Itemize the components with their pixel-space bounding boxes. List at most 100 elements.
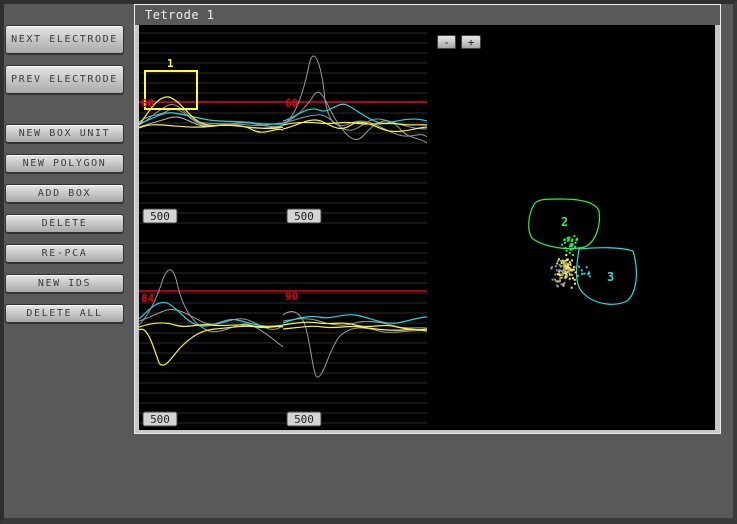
- pca-point: [566, 275, 569, 278]
- pca-point: [572, 268, 575, 271]
- pca-point: [562, 264, 565, 267]
- pca-point: [550, 266, 553, 269]
- pca-point: [560, 262, 563, 265]
- pca-point: [568, 236, 571, 239]
- pca-point: [581, 272, 584, 275]
- pca-point: [569, 248, 572, 251]
- re-pca-button[interactable]: RE-PCA: [5, 244, 124, 263]
- pca-point: [560, 260, 562, 262]
- tetrode-panel: Tetrode 1 1 60 500 60 500 84 500 90 500 …: [134, 4, 721, 434]
- threshold-label-1: 60: [141, 97, 154, 110]
- pca-point: [585, 266, 588, 269]
- pca-point: [568, 277, 571, 280]
- pca-point: [562, 270, 565, 273]
- scale-label-3: 500: [150, 413, 170, 426]
- next-electrode-button[interactable]: NEXT ELECTRODE: [5, 25, 124, 54]
- pca-point: [565, 254, 568, 256]
- add-box-button[interactable]: ADD BOX: [5, 184, 124, 203]
- pca-point: [565, 262, 568, 265]
- waveform-trace: [139, 269, 284, 348]
- pca-point: [559, 277, 562, 280]
- pca-point: [569, 245, 571, 248]
- pca-scatter-area[interactable]: - + 2 3 - +: [427, 25, 715, 430]
- pca-point: [574, 271, 577, 274]
- pca-point: [572, 254, 574, 256]
- pca-point: [555, 269, 558, 272]
- delete-button[interactable]: DELETE: [5, 214, 124, 233]
- pca-point: [583, 272, 586, 275]
- channel-1[interactable]: 1 60 500: [139, 57, 284, 224]
- pca-point: [556, 285, 559, 288]
- pca-point: [563, 263, 565, 266]
- pca-point: [561, 272, 564, 275]
- pca-point: [564, 259, 567, 262]
- cluster-label-2: 2: [561, 215, 568, 229]
- pca-point: [558, 264, 561, 267]
- pca-point: [568, 261, 571, 264]
- pca-point: [573, 266, 576, 268]
- waveform-gridlines: [139, 32, 427, 424]
- pca-point: [573, 235, 576, 238]
- new-polygon-button[interactable]: NEW POLYGON: [5, 154, 124, 173]
- pca-point: [565, 249, 568, 252]
- pca-point: [574, 241, 577, 244]
- zoom-in-button-overlay[interactable]: +: [461, 35, 481, 49]
- new-box-unit-button[interactable]: NEW BOX UNIT: [5, 124, 124, 143]
- pca-points: [550, 235, 591, 289]
- panel-title: Tetrode 1: [135, 5, 720, 25]
- pca-point: [566, 239, 569, 242]
- pca-point: [565, 272, 568, 275]
- pca-point: [564, 246, 567, 249]
- pca-point: [556, 262, 559, 265]
- scale-label-4: 500: [294, 413, 314, 426]
- pca-point: [578, 265, 580, 268]
- control-sidebar: NEXT ELECTRODE PREV ELECTRODE NEW BOX UN…: [4, 0, 128, 524]
- channel-4[interactable]: 90 500: [282, 290, 427, 427]
- waveform-trace: [282, 92, 427, 144]
- cluster-label-3: 3: [607, 270, 614, 284]
- pca-point: [574, 245, 577, 248]
- pca-point: [556, 273, 559, 276]
- pca-point: [566, 265, 569, 268]
- pca-point: [572, 247, 575, 250]
- pca-point: [568, 270, 571, 273]
- pca-point: [567, 263, 569, 266]
- zoom-out-button-overlay[interactable]: -: [437, 35, 456, 49]
- pca-point: [563, 266, 565, 269]
- box-unit-label: 1: [167, 57, 174, 70]
- pca-canvas[interactable]: 2 3: [427, 25, 715, 430]
- pca-point: [568, 251, 571, 254]
- pca-point: [564, 241, 566, 244]
- pca-point: [570, 286, 573, 289]
- pca-point: [574, 282, 576, 285]
- pca-point: [561, 243, 564, 246]
- channel-2[interactable]: 60 500: [282, 55, 427, 224]
- prev-electrode-button[interactable]: PREV ELECTRODE: [5, 65, 124, 94]
- new-ids-button[interactable]: NEW IDS: [5, 274, 124, 293]
- pca-point: [560, 269, 563, 272]
- pca-point: [580, 269, 583, 272]
- delete-all-button[interactable]: DELETE ALL: [5, 304, 124, 323]
- pca-point: [559, 279, 561, 282]
- pca-point: [559, 274, 561, 277]
- pca-point: [561, 259, 564, 262]
- pca-point: [554, 265, 557, 268]
- pca-point: [569, 263, 572, 266]
- pca-point: [557, 259, 560, 262]
- threshold-label-2: 60: [285, 97, 298, 110]
- scale-label-1: 500: [150, 210, 170, 223]
- waveform-area[interactable]: 1 60 500 60 500 84 500 90 500: [139, 25, 427, 430]
- pca-point: [588, 271, 591, 274]
- pca-point: [571, 259, 574, 262]
- pca-point: [551, 278, 554, 281]
- pca-point: [563, 238, 566, 241]
- pca-point: [576, 274, 579, 277]
- pca-point: [554, 273, 557, 276]
- pca-point: [554, 278, 557, 281]
- pca-point: [573, 278, 576, 281]
- threshold-label-4: 90: [285, 290, 298, 303]
- pca-point: [570, 239, 573, 242]
- pca-point: [563, 282, 566, 284]
- threshold-label-3: 84: [141, 292, 155, 305]
- waveform-canvas[interactable]: 1 60 500 60 500 84 500 90 500: [139, 25, 427, 430]
